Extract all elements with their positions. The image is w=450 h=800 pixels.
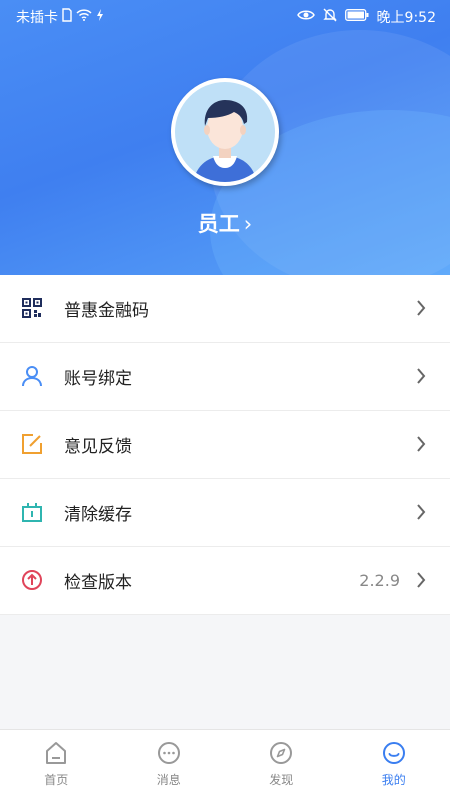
chevron-right-icon — [416, 299, 426, 317]
tab-label: 我的 — [381, 773, 406, 787]
user-icon — [21, 365, 43, 387]
tab-label: 首页 — [44, 773, 69, 787]
upgrade-icon — [21, 569, 43, 591]
profile-name: 员工 — [197, 212, 240, 236]
qr-code-icon — [21, 297, 43, 319]
chevron-right-icon — [416, 435, 426, 453]
smile-icon — [382, 741, 406, 765]
status-bar: 未插卡 晚上9:52 — [0, 0, 450, 32]
chevron-right-icon — [416, 503, 426, 521]
message-icon — [157, 741, 181, 765]
carrier-text: 未插卡 — [16, 10, 58, 26]
sim-icon — [62, 8, 72, 26]
menu-item-label: 普惠金融码 — [64, 301, 149, 321]
tab-discover[interactable]: 发现 — [225, 730, 338, 800]
charging-icon — [96, 9, 104, 25]
avatar[interactable] — [171, 78, 279, 186]
bottom-tab-bar: 首页 消息 发现 我的 — [0, 729, 450, 800]
clear-cache-icon — [21, 501, 43, 523]
menu-item-account-binding[interactable]: 账号绑定 — [0, 343, 450, 411]
avatar-image — [175, 82, 275, 182]
battery-icon — [344, 9, 369, 25]
mute-bell-icon — [322, 8, 337, 26]
menu-item-label: 意见反馈 — [64, 437, 132, 457]
menu-item-feedback[interactable]: 意见反馈 — [0, 411, 450, 479]
menu-item-check-version[interactable]: 检查版本 2.2.9 — [0, 547, 450, 615]
menu-item-label: 账号绑定 — [64, 369, 132, 389]
menu-item-label: 清除缓存 — [64, 505, 132, 525]
clock-text: 晚上9:52 — [376, 10, 436, 26]
tab-mine[interactable]: 我的 — [338, 730, 450, 800]
home-icon — [44, 741, 68, 765]
chevron-right-icon: › — [243, 212, 253, 236]
feedback-edit-icon — [21, 433, 43, 455]
chevron-right-icon — [416, 367, 426, 385]
compass-icon — [269, 741, 293, 765]
wifi-icon — [76, 9, 92, 25]
chevron-right-icon — [416, 571, 426, 589]
version-text: 2.2.9 — [359, 571, 400, 590]
profile-name-link[interactable]: 员工 › — [0, 208, 450, 238]
menu-item-finance-code[interactable]: 普惠金融码 — [0, 275, 450, 343]
menu-item-clear-cache[interactable]: 清除缓存 — [0, 479, 450, 547]
profile-header: 未插卡 晚上9:52 员工 › — [0, 0, 450, 275]
tab-home[interactable]: 首页 — [0, 730, 113, 800]
menu-item-label: 检查版本 — [64, 573, 132, 593]
tab-messages[interactable]: 消息 — [113, 730, 226, 800]
tab-label: 发现 — [269, 773, 294, 787]
tab-label: 消息 — [156, 773, 181, 787]
eye-icon — [296, 9, 315, 25]
settings-menu: 普惠金融码 账号绑定 意见反馈 清除缓存 检查版本 2.2.9 — [0, 275, 450, 615]
